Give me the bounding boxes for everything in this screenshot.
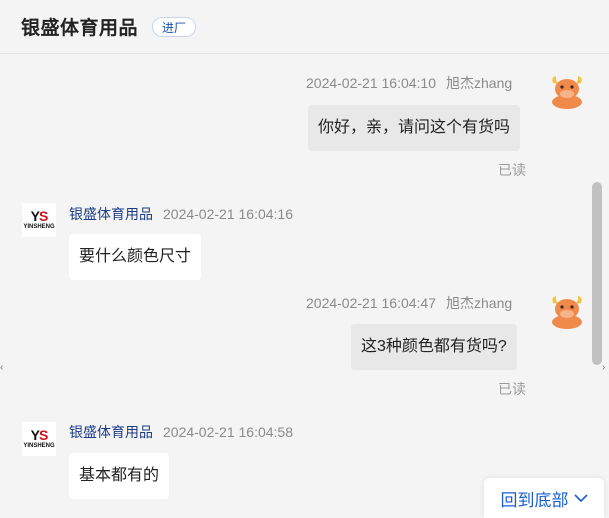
shop-name-title: 银盛体育用品 bbox=[21, 18, 139, 39]
shop-logo-text: YINSHENG bbox=[23, 223, 55, 230]
message-time: 2024-02-21 16:04:58 bbox=[163, 424, 293, 440]
scrollbar-thumb[interactable] bbox=[592, 182, 602, 365]
shop-logo-mark: YS bbox=[30, 207, 49, 224]
message-meta: 银盛体育用品 2024-02-21 16:04:58 bbox=[69, 422, 293, 442]
back-to-bottom-button[interactable]: 回到底部 bbox=[484, 478, 604, 518]
message-bubble: 这3种颜色都有货吗? bbox=[351, 324, 517, 370]
message-list[interactable]: 2024-02-21 16:04:10 旭杰zhang 你好，亲，请问这个有货吗 … bbox=[0, 55, 609, 512]
chevron-left-icon: ‹ bbox=[0, 362, 4, 373]
chevron-down-icon bbox=[573, 494, 588, 503]
user-avatar-icon[interactable] bbox=[549, 73, 585, 109]
enter-shop-badge[interactable]: 进厂 bbox=[152, 16, 197, 37]
shop-logo-text: YINSHENG bbox=[23, 442, 55, 449]
sender-name: 旭杰zhang bbox=[446, 295, 513, 311]
chevron-right-icon: › bbox=[602, 362, 606, 373]
message-meta: 银盛体育用品 2024-02-21 16:04:16 bbox=[69, 204, 293, 224]
message-meta: 2024-02-21 16:04:47 旭杰zhang bbox=[306, 293, 512, 313]
message-time: 2024-02-21 16:04:10 bbox=[306, 75, 436, 91]
sender-name[interactable]: 银盛体育用品 bbox=[69, 206, 153, 222]
read-status: 已读 bbox=[498, 162, 526, 178]
message-bubble: 要什么颜色尺寸 bbox=[69, 234, 202, 280]
shop-avatar[interactable]: YS YINSHENG bbox=[22, 422, 56, 456]
chat-header: 银盛体育用品 进厂 bbox=[0, 0, 609, 54]
back-to-bottom-label: 回到底部 bbox=[500, 490, 569, 510]
sender-name[interactable]: 银盛体育用品 bbox=[69, 424, 153, 440]
shop-avatar[interactable]: YS YINSHENG bbox=[22, 203, 56, 237]
sender-name: 旭杰zhang bbox=[446, 75, 513, 91]
message-bubble: 你好，亲，请问这个有货吗 bbox=[308, 105, 521, 151]
message-time: 2024-02-21 16:04:16 bbox=[163, 206, 293, 222]
user-avatar-icon[interactable] bbox=[549, 293, 585, 329]
message-time: 2024-02-21 16:04:47 bbox=[306, 295, 436, 311]
message-meta: 2024-02-21 16:04:10 旭杰zhang bbox=[306, 73, 512, 93]
message-bubble: 基本都有的 bbox=[69, 453, 170, 499]
read-status: 已读 bbox=[498, 381, 526, 397]
shop-logo-mark: YS bbox=[30, 426, 49, 443]
